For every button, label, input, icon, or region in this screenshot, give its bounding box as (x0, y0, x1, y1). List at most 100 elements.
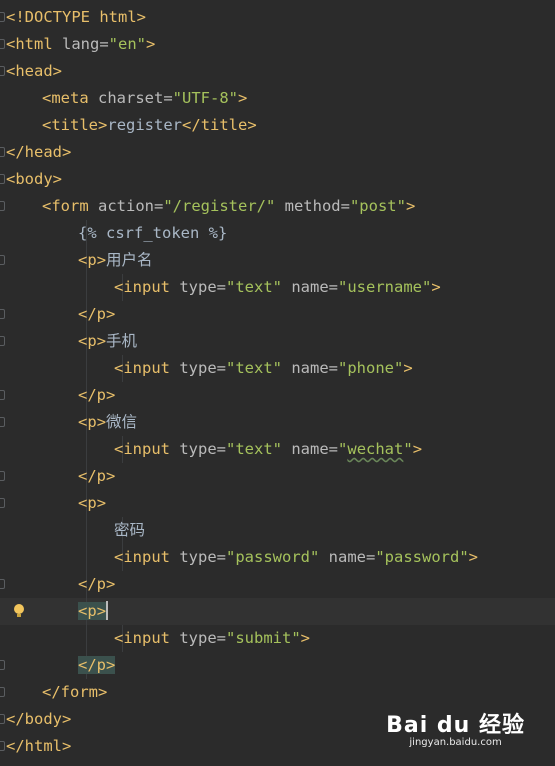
code-text: <input type="text" name="username"> (114, 274, 441, 301)
code-line[interactable]: <input type="text" name="wechat"> (0, 436, 555, 463)
code-line[interactable]: </head> (0, 139, 555, 166)
code-token: p (96, 386, 107, 404)
code-token: form (60, 683, 98, 701)
code-token: title (51, 116, 99, 134)
code-token: html (24, 737, 62, 755)
code-token: type= (170, 440, 227, 458)
fold-marker-icon[interactable] (0, 660, 5, 670)
code-token: p (87, 494, 97, 512)
code-token: </ (78, 305, 97, 323)
fold-marker-icon[interactable] (0, 12, 5, 22)
code-line[interactable]: <p>用户名 (0, 247, 555, 274)
code-line[interactable]: <form action="/register/" method="post"> (0, 193, 555, 220)
fold-marker-icon[interactable] (0, 741, 5, 751)
code-token: </ (78, 467, 97, 485)
fold-marker-icon[interactable] (0, 201, 5, 211)
code-token: head (24, 143, 62, 161)
indent-guide (86, 274, 87, 301)
code-token: "password" (226, 548, 320, 566)
code-token: </ (78, 386, 97, 404)
code-token: wechat (347, 440, 404, 458)
code-token: > (238, 89, 248, 107)
code-line[interactable]: 密码 (0, 517, 555, 544)
code-text: </form> (42, 679, 107, 706)
code-token: body (15, 170, 53, 188)
code-line[interactable]: </p> (0, 382, 555, 409)
code-token: input (123, 278, 171, 296)
code-token: < (78, 494, 88, 512)
code-line[interactable]: <html lang="en"> (0, 31, 555, 58)
code-line[interactable]: </form> (0, 679, 555, 706)
fold-marker-icon[interactable] (0, 687, 5, 697)
code-line[interactable]: <body> (0, 166, 555, 193)
code-token: < (42, 116, 52, 134)
code-line[interactable]: <head> (0, 58, 555, 85)
code-token: </ (182, 116, 201, 134)
fold-marker-icon[interactable] (0, 579, 5, 589)
code-text: </p> (78, 301, 115, 328)
code-token: title (200, 116, 248, 134)
fold-marker-icon[interactable] (0, 714, 5, 724)
fold-marker-icon[interactable] (0, 309, 5, 319)
indent-guide (86, 625, 87, 652)
code-token: "password" (375, 548, 469, 566)
fold-marker-icon[interactable] (0, 471, 5, 481)
indent-guide (86, 544, 87, 571)
code-text: <head> (6, 58, 62, 85)
code-token: > (62, 143, 72, 161)
code-token: > (96, 413, 107, 431)
code-line[interactable]: <p>手机 (0, 328, 555, 355)
code-token: > (468, 548, 479, 566)
code-token: < (114, 278, 124, 296)
fold-marker-icon[interactable] (0, 66, 5, 76)
fold-marker-icon[interactable] (0, 336, 5, 346)
code-line[interactable]: <input type="text" name="username"> (0, 274, 555, 301)
fold-marker-icon[interactable] (0, 498, 5, 508)
code-token: name= (282, 278, 339, 296)
fold-marker-icon[interactable] (0, 174, 5, 184)
code-line[interactable]: <!DOCTYPE html> (0, 4, 555, 31)
code-line[interactable]: <p> (0, 490, 555, 517)
code-text: <p> (78, 598, 109, 625)
code-token: "username" (338, 278, 432, 296)
code-text: <title>register</title> (42, 112, 257, 139)
code-token: type= (170, 629, 227, 647)
code-token: > (412, 440, 423, 458)
code-token: > (106, 386, 116, 404)
code-line[interactable]: </p> (0, 652, 555, 679)
code-text: </p> (78, 382, 115, 409)
code-text: </html> (6, 733, 71, 760)
code-line[interactable]: <p> (0, 598, 555, 625)
code-text: <p>用户名 (78, 247, 153, 274)
code-line[interactable]: <title>register</title> (0, 112, 555, 139)
code-token: < (42, 197, 52, 215)
code-line[interactable]: <meta charset="UTF-8"> (0, 85, 555, 112)
code-line[interactable]: <input type="password" name="password"> (0, 544, 555, 571)
code-token: 微信 (106, 413, 138, 431)
fold-marker-icon[interactable] (0, 39, 5, 49)
code-token: "submit" (226, 629, 301, 647)
code-text: <body> (6, 166, 62, 193)
code-token: type= (170, 278, 227, 296)
code-token: name= (282, 440, 339, 458)
fold-marker-icon[interactable] (0, 255, 5, 265)
code-text: <input type="text" name="phone"> (114, 355, 413, 382)
code-editor[interactable]: <!DOCTYPE html> <html lang="en"> <head> <me… (0, 4, 555, 760)
code-token: name= (319, 548, 376, 566)
fold-marker-icon[interactable] (0, 417, 5, 427)
code-line[interactable]: <p>微信 (0, 409, 555, 436)
code-line[interactable]: </p> (0, 301, 555, 328)
code-line[interactable]: </p> (0, 463, 555, 490)
lightbulb-icon[interactable] (14, 604, 24, 617)
code-text: <p>手机 (78, 328, 137, 355)
code-line[interactable]: {% csrf_token %} (0, 220, 555, 247)
code-line[interactable]: <input type="submit"> (0, 625, 555, 652)
fold-marker-icon[interactable] (0, 147, 5, 157)
code-line[interactable]: <input type="text" name="phone"> (0, 355, 555, 382)
code-line[interactable]: </p> (0, 571, 555, 598)
fold-marker-icon[interactable] (0, 390, 5, 400)
indent-guide (86, 517, 87, 544)
code-token: > (96, 494, 107, 512)
code-text: <p>微信 (78, 409, 137, 436)
code-token: > (146, 35, 156, 53)
